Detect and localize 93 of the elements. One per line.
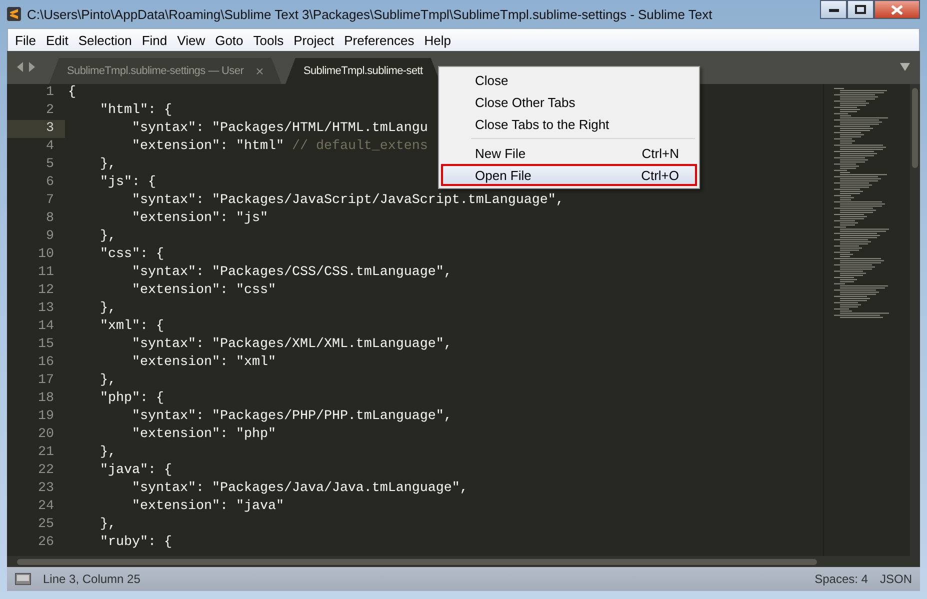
code-line: "java": { bbox=[98, 462, 172, 480]
code-line: "xml": { bbox=[98, 318, 164, 336]
line-number: 11 bbox=[37, 264, 55, 282]
line-number: 14 bbox=[37, 318, 55, 336]
maximize-icon bbox=[855, 5, 866, 14]
code-line: "extension": "java" bbox=[130, 498, 284, 516]
option-label: New File bbox=[475, 146, 526, 160]
menu-item[interactable]: Help bbox=[419, 32, 456, 48]
cursor-position: Line 3, Column 25 bbox=[43, 572, 140, 586]
option-label: Open File bbox=[475, 168, 532, 182]
tab[interactable]: SublimeTmpl.sublime-sett bbox=[285, 58, 441, 84]
line-number: 7 bbox=[45, 192, 55, 210]
code-line: "syntax": "Packages/HTML/HTML.tmLangu bbox=[130, 120, 428, 138]
code-line: "syntax": "Packages/PHP/PHP.tmLanguage", bbox=[130, 408, 452, 426]
option-label: Close Tabs to the Right bbox=[475, 116, 610, 132]
menu-item[interactable]: Selection bbox=[73, 32, 137, 48]
code-line: }, bbox=[98, 156, 116, 174]
minimize-icon bbox=[828, 8, 838, 12]
code-line: }, bbox=[98, 516, 116, 534]
close-icon bbox=[891, 4, 903, 14]
line-number: 22 bbox=[37, 462, 55, 480]
line-number: 18 bbox=[37, 390, 55, 408]
line-number: 2 bbox=[45, 102, 55, 120]
line-number: 8 bbox=[45, 210, 55, 228]
dropdown-icon[interactable] bbox=[900, 63, 910, 71]
code-line: "ruby": { bbox=[98, 534, 172, 552]
line-number: 6 bbox=[45, 174, 55, 192]
window-title: C:\Users\Pinto\AppData\Roaming\Sublime Text 3\Packages\SublimeTmpl\SublimeTmpl.sublime-settings - Sublime Text bbox=[27, 6, 714, 22]
menu-item[interactable]: Edit bbox=[40, 32, 74, 48]
line-number: 16 bbox=[37, 354, 55, 372]
code-line: }, bbox=[98, 372, 116, 390]
minimize-button[interactable] bbox=[820, 0, 847, 19]
option-label: Close bbox=[475, 72, 508, 88]
vertical-scrollbar[interactable] bbox=[910, 84, 920, 556]
menu-item[interactable]: Find bbox=[136, 32, 172, 48]
code-line: "syntax": "Packages/Java/Java.tmLanguage", bbox=[130, 480, 468, 498]
indentation-setting[interactable]: Spaces: 4 bbox=[814, 572, 868, 586]
code-line: "php": { bbox=[98, 390, 164, 408]
shortcut-label: Ctrl+N bbox=[642, 146, 679, 160]
line-number: 25 bbox=[37, 516, 55, 534]
code-line: "extension": "php" bbox=[130, 426, 276, 444]
menu-item[interactable]: Tools bbox=[248, 32, 289, 48]
tab-label: SublimeTmpl.sublime-sett bbox=[303, 65, 423, 77]
code-line: "html": { bbox=[98, 102, 172, 120]
tab[interactable]: SublimeTmpl.sublime-settings — User × bbox=[49, 58, 282, 84]
line-number: 1 bbox=[45, 84, 55, 102]
menu-item[interactable]: View bbox=[172, 32, 210, 48]
line-number: 17 bbox=[37, 372, 55, 390]
maximize-button[interactable] bbox=[847, 0, 874, 19]
code-line: "extension": "html" // default_extens bbox=[130, 138, 428, 156]
menu-item[interactable]: Preferences bbox=[339, 32, 420, 48]
menu-item[interactable]: Goto bbox=[210, 32, 248, 48]
code-line: "extension": "css" bbox=[130, 282, 276, 300]
shortcut-label: Ctrl+O bbox=[641, 168, 679, 182]
line-number: 15 bbox=[37, 336, 55, 354]
app-icon bbox=[7, 7, 21, 21]
code-line: }, bbox=[98, 228, 116, 246]
line-number: 13 bbox=[37, 300, 55, 318]
line-number: 26 bbox=[37, 534, 55, 552]
code-line: "syntax": "Packages/CSS/CSS.tmLanguage", bbox=[130, 264, 452, 282]
line-number: 10 bbox=[37, 246, 55, 264]
code-line: "syntax": "Packages/XML/XML.tmLanguage", bbox=[130, 336, 452, 354]
tab-label: SublimeTmpl.sublime-settings — User bbox=[67, 65, 244, 77]
line-number: 23 bbox=[37, 480, 55, 498]
line-number: 20 bbox=[37, 426, 55, 444]
option-label: Close Other Tabs bbox=[475, 94, 576, 110]
line-number: 21 bbox=[37, 444, 55, 462]
menu-option[interactable]: New File Ctrl+N bbox=[441, 142, 697, 164]
close-button[interactable] bbox=[874, 0, 920, 19]
line-number: 4 bbox=[45, 138, 55, 156]
code-line: }, bbox=[98, 300, 116, 318]
menu-option[interactable]: Open File Ctrl+O bbox=[441, 164, 697, 186]
menu-option[interactable]: Close Other Tabs bbox=[441, 91, 697, 113]
line-number: 9 bbox=[45, 228, 55, 246]
code-line: "extension": "js" bbox=[130, 210, 268, 228]
code-line: { bbox=[67, 84, 76, 102]
panel-icon[interactable] bbox=[15, 573, 31, 585]
line-number: 3 bbox=[7, 120, 65, 138]
line-number: 5 bbox=[45, 156, 55, 174]
code-line: "extension": "xml" bbox=[130, 354, 276, 372]
horizontal-scrollbar[interactable] bbox=[7, 556, 920, 567]
menu-option[interactable]: Close Tabs to the Right bbox=[441, 113, 697, 135]
syntax-setting[interactable]: JSON bbox=[880, 572, 912, 586]
menu-item[interactable]: File bbox=[10, 32, 41, 48]
code-line: "js": { bbox=[98, 174, 156, 192]
line-number: 12 bbox=[37, 282, 55, 300]
menu-item[interactable]: Project bbox=[288, 32, 340, 48]
code-line: "css": { bbox=[98, 246, 164, 264]
code-line: }, bbox=[98, 444, 116, 462]
code-line: "syntax": "Packages/JavaScript/JavaScript.tmLanguage", bbox=[130, 192, 564, 210]
menu-option[interactable]: Close bbox=[441, 69, 697, 91]
line-number: 19 bbox=[37, 408, 55, 426]
line-number: 24 bbox=[37, 498, 55, 516]
